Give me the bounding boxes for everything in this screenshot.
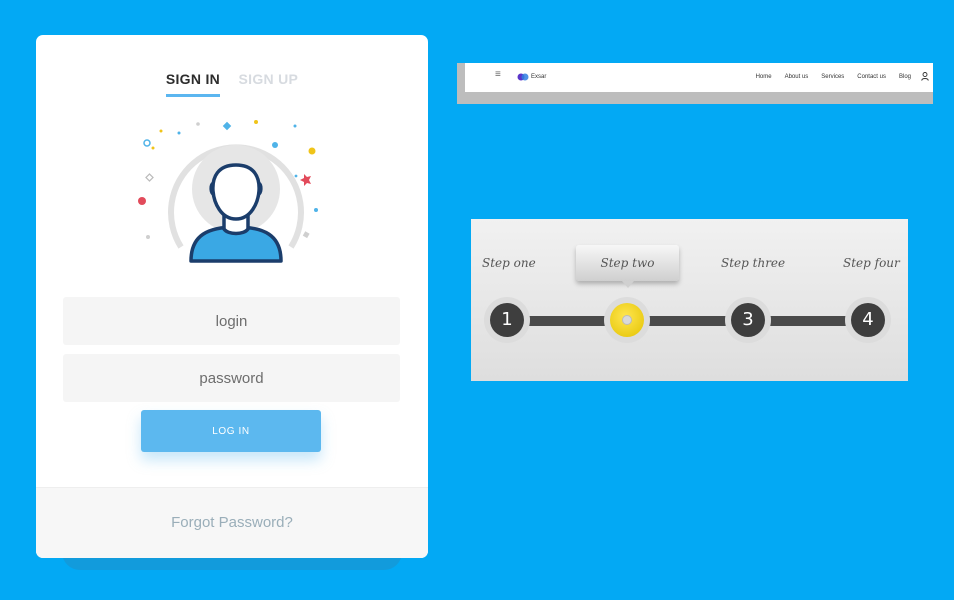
step-node-3[interactable]: 3 <box>725 297 771 343</box>
brand-name[interactable]: Exsar <box>531 74 546 80</box>
log-in-button[interactable]: LOG IN <box>141 410 321 452</box>
step-active-indicator <box>610 303 644 337</box>
auth-tabs: SIGN IN SIGN UP <box>36 71 428 97</box>
step-number-3: 3 <box>731 303 765 337</box>
step-track <box>501 316 881 326</box>
step-node-1[interactable]: 1 <box>484 297 530 343</box>
login-field[interactable] <box>63 297 400 345</box>
step-node-4[interactable]: 4 <box>845 297 891 343</box>
login-card: SIGN IN SIGN UP login LOG IN Forgot Pass… <box>36 35 428 558</box>
step-label-two: Step two <box>600 256 655 270</box>
step-label-four: Step four <box>843 256 900 270</box>
nav-link-about-us[interactable]: About us <box>785 74 809 80</box>
active-dot-icon <box>622 315 632 325</box>
navbar: ≡ Exsar Home About us Services Contact u… <box>465 63 933 92</box>
nav-links: Home About us Services Contact us Blog <box>756 74 911 80</box>
password-field[interactable] <box>63 354 400 402</box>
tab-sign-in[interactable]: SIGN IN <box>165 71 221 97</box>
step-label-one: Step one <box>482 256 536 270</box>
active-step-tooltip: Step two <box>576 245 679 288</box>
step-node-2[interactable] <box>604 297 650 343</box>
card-footer: Forgot Password? <box>36 487 428 558</box>
nav-link-services[interactable]: Services <box>821 74 844 80</box>
nav-link-home[interactable]: Home <box>756 74 772 80</box>
nav-link-contact-us[interactable]: Contact us <box>857 74 886 80</box>
forgot-password-link[interactable]: Forgot Password? <box>36 514 428 531</box>
stepper-preview: Step one Step two Step three Step four 1… <box>471 219 908 381</box>
navbar-preview: ≡ Exsar Home About us Services Contact u… <box>457 63 933 104</box>
user-icon[interactable] <box>921 72 929 81</box>
step-number-4: 4 <box>851 303 885 337</box>
step-number-1: 1 <box>490 303 524 337</box>
hamburger-icon[interactable]: ≡ <box>495 69 501 80</box>
tab-sign-up[interactable]: SIGN UP <box>239 71 299 94</box>
step-label-three: Step three <box>721 256 786 270</box>
user-avatar-icon <box>136 119 336 279</box>
nav-link-blog[interactable]: Blog <box>899 74 911 80</box>
brand-logo-icon <box>517 73 529 81</box>
